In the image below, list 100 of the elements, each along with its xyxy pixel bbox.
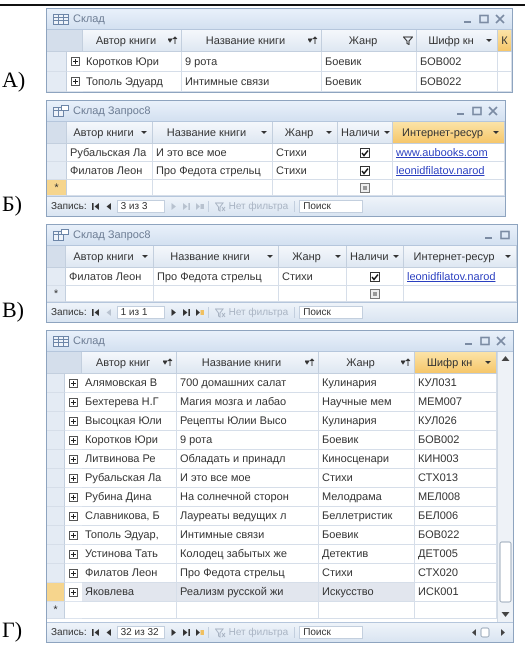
- filter-icon[interactable]: [403, 36, 413, 45]
- table-cell: Реализм русской жи: [180, 586, 284, 598]
- close-icon[interactable]: [487, 106, 499, 116]
- column-header[interactable]: Шифр кн: [415, 352, 497, 374]
- checkbox[interactable]: [370, 288, 380, 298]
- expand-icon[interactable]: [69, 588, 78, 596]
- expand-icon[interactable]: [69, 492, 78, 502]
- link[interactable]: leonidfilatov.narod: [396, 164, 484, 176]
- new-row-marker[interactable]: *: [47, 286, 66, 302]
- column-header[interactable]: Жанр: [322, 30, 417, 52]
- new-row-marker[interactable]: *: [47, 602, 65, 619]
- dropdown-icon[interactable]: [390, 252, 400, 261]
- dropdown-icon[interactable]: [265, 252, 275, 261]
- column-header[interactable]: Автор книги: [67, 122, 153, 144]
- record-position-field[interactable]: 3 из 3: [116, 200, 165, 213]
- table-cell: Алямовская В: [85, 377, 158, 389]
- table-cell: Рубальская Ла: [85, 472, 162, 484]
- dropdown-icon[interactable]: [139, 128, 149, 137]
- expand-icon[interactable]: [69, 454, 78, 464]
- table-cell: БОВ002: [418, 434, 460, 446]
- checkbox[interactable]: [360, 182, 370, 192]
- table-cell: БОВ022: [420, 76, 462, 88]
- link[interactable]: www.aubooks.com: [396, 146, 488, 158]
- dropdown-icon[interactable]: [333, 252, 343, 261]
- expand-icon[interactable]: [69, 398, 78, 406]
- dropdown-icon[interactable]: [491, 128, 501, 137]
- close-icon[interactable]: [495, 336, 507, 346]
- table-cell: И это все мое: [156, 146, 227, 158]
- expand-icon[interactable]: [69, 512, 78, 520]
- expand-icon[interactable]: [69, 568, 78, 578]
- new-row-marker[interactable]: *: [47, 180, 67, 196]
- dropdown-icon[interactable]: [259, 128, 269, 137]
- expand-icon[interactable]: [69, 436, 78, 444]
- search-field[interactable]: Поиск: [299, 200, 364, 213]
- checkbox[interactable]: [360, 148, 370, 158]
- dropdown-icon[interactable]: [483, 358, 493, 367]
- dropdown-icon[interactable]: [484, 36, 494, 45]
- column-header[interactable]: Жанр: [273, 122, 338, 144]
- expand-icon[interactable]: [69, 550, 78, 558]
- column-header[interactable]: Жанр: [279, 246, 347, 268]
- vertical-scrollbar[interactable]: [497, 352, 513, 622]
- maximize-icon[interactable]: [471, 106, 483, 116]
- maximize-icon[interactable]: [479, 336, 491, 346]
- expand-icon[interactable]: [69, 416, 78, 426]
- first-record-icon[interactable]: [90, 308, 100, 317]
- table-icon: [53, 14, 69, 24]
- column-header[interactable]: Автор книги: [83, 30, 182, 52]
- column-header[interactable]: Автор книг: [82, 352, 177, 374]
- expand-icon[interactable]: [70, 57, 80, 66]
- table-cell: Киносценари: [322, 453, 389, 465]
- table-cell: Коротков Юри: [85, 434, 158, 446]
- maximize-icon[interactable]: [478, 14, 490, 24]
- last-record-icon[interactable]: [182, 308, 191, 317]
- dropdown-icon[interactable]: [503, 252, 513, 261]
- dropdown-icon[interactable]: [324, 128, 334, 137]
- column-header[interactable]: К: [498, 30, 512, 52]
- first-record-icon[interactable]: [90, 202, 100, 211]
- sort-icon[interactable]: [308, 36, 318, 45]
- dropdown-icon[interactable]: [382, 128, 392, 137]
- expand-icon[interactable]: [69, 474, 78, 482]
- sort-icon[interactable]: [305, 358, 315, 367]
- column-header[interactable]: Название книги: [182, 30, 322, 52]
- expand-icon[interactable]: [70, 77, 80, 86]
- sort-icon[interactable]: [168, 36, 178, 45]
- last-record-icon[interactable]: [182, 628, 191, 637]
- expand-icon[interactable]: [69, 378, 78, 388]
- link[interactable]: leonidfilatov.narod: [407, 270, 496, 282]
- column-header[interactable]: Наличи: [347, 246, 404, 268]
- sort-icon[interactable]: [163, 358, 173, 367]
- column-header[interactable]: Интернет-ресур: [393, 122, 505, 144]
- filter-icon: [214, 202, 226, 212]
- sort-icon[interactable]: [401, 358, 411, 367]
- checkbox[interactable]: [370, 272, 380, 282]
- new-record-icon[interactable]: [194, 628, 204, 637]
- record-position-field[interactable]: 1 из 1: [116, 306, 165, 319]
- next-icon[interactable]: [168, 308, 178, 317]
- table-cell: Интимные связи: [185, 76, 270, 88]
- search-field[interactable]: Поиск: [299, 306, 364, 319]
- table-cell: БОВ022: [418, 529, 460, 541]
- table-cell: Рубальская Ла: [70, 146, 146, 158]
- new-record-icon[interactable]: [194, 308, 204, 317]
- table-cell: Про Федота стрельц: [180, 567, 285, 579]
- next-icon[interactable]: [168, 628, 178, 637]
- column-header[interactable]: Название книги: [177, 352, 319, 374]
- column-header[interactable]: Название книги: [153, 122, 273, 144]
- table-cell: Мелодрама: [322, 491, 382, 503]
- search-field[interactable]: Поиск: [299, 626, 364, 639]
- column-header[interactable]: Название книги: [154, 246, 279, 268]
- column-header[interactable]: Интернет-ресур: [404, 246, 517, 268]
- record-position-field[interactable]: 32 из 32: [116, 626, 165, 639]
- close-icon[interactable]: [494, 14, 506, 24]
- checkbox[interactable]: [360, 166, 370, 176]
- maximize-icon[interactable]: [499, 230, 511, 240]
- dropdown-icon[interactable]: [140, 252, 150, 261]
- expand-icon[interactable]: [69, 530, 78, 540]
- table-cell: Стихи: [276, 164, 307, 176]
- table-cell: Боевик: [325, 56, 362, 68]
- first-record-icon[interactable]: [90, 628, 100, 637]
- column-header[interactable]: Автор книги: [66, 246, 154, 268]
- window-title: Склад: [73, 13, 106, 25]
